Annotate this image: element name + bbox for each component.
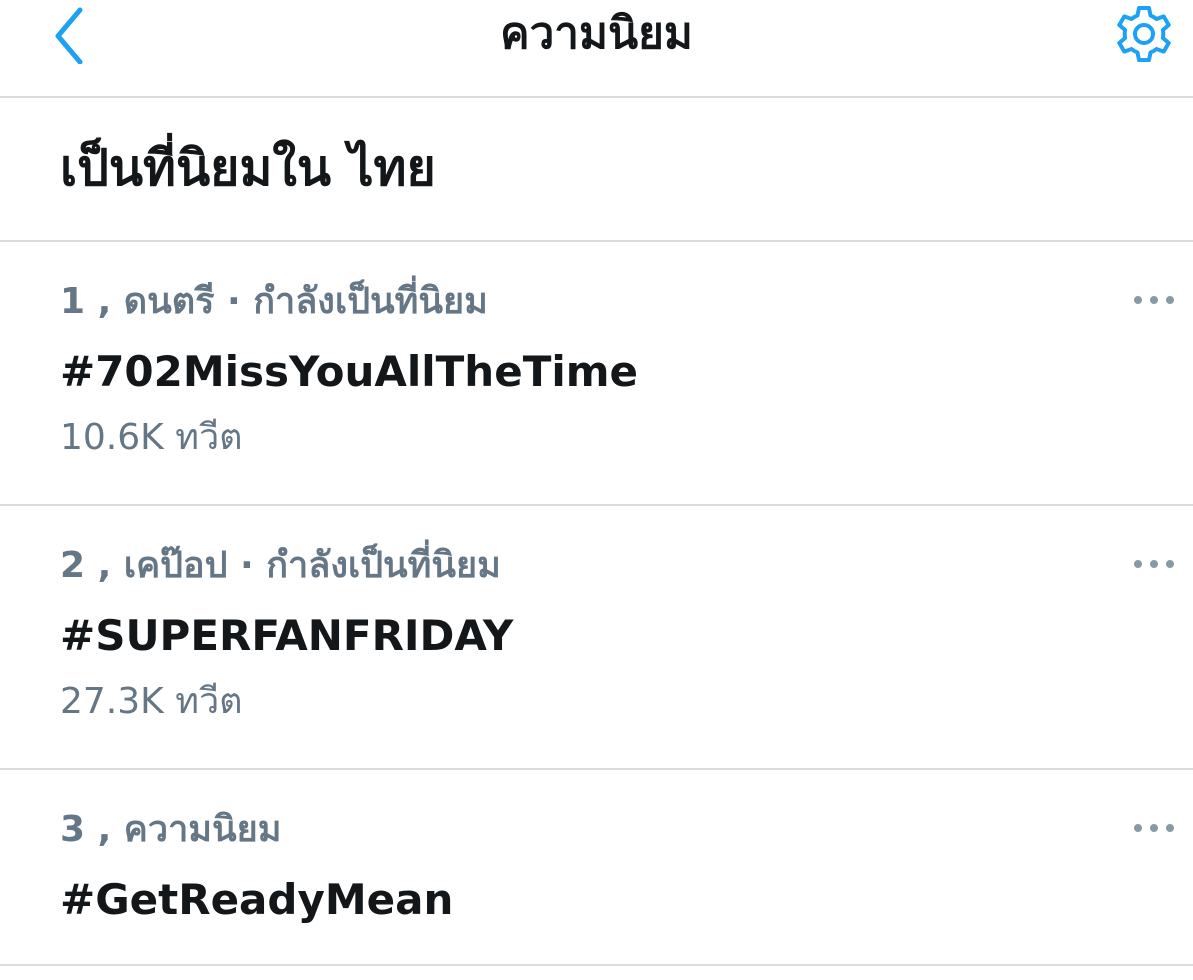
more-horizontal-icon — [1134, 560, 1174, 568]
trend-tweet-count: 10.6K ทวีต — [60, 417, 243, 458]
trend-meta: 3 , ความนิยม — [60, 809, 282, 850]
more-options-button[interactable] — [1130, 816, 1178, 840]
page-title: ความนิยม — [500, 8, 693, 59]
section-title: เป็นที่นิยมใน ไทย — [60, 139, 436, 197]
trends-section-header: เป็นที่นิยมใน ไทย — [0, 98, 1193, 242]
settings-button[interactable] — [1110, 2, 1178, 70]
trend-item-3[interactable]: 3 , ความนิยม #GetReadyMean — [0, 770, 1193, 966]
trend-meta: 2 , เคป๊อป · กำลังเป็นที่นิยม — [60, 545, 501, 586]
trend-item-2[interactable]: 2 , เคป๊อป · กำลังเป็นที่นิยม #SUPERFANF… — [0, 506, 1193, 770]
more-options-button[interactable] — [1130, 552, 1178, 576]
top-navigation-bar: ความนิยม — [0, 0, 1193, 98]
trend-hashtag: #GetReadyMean — [60, 875, 454, 924]
trend-tweet-count: 27.3K ทวีต — [60, 681, 243, 722]
gear-icon — [1117, 6, 1171, 62]
trend-item-1[interactable]: 1 , ดนตรี · กำลังเป็นที่นิยม #702MissYou… — [0, 242, 1193, 506]
trend-meta: 1 , ดนตรี · กำลังเป็นที่นิยม — [60, 281, 488, 322]
trend-hashtag: #SUPERFANFRIDAY — [60, 611, 514, 660]
trend-hashtag: #702MissYouAllTheTime — [60, 347, 638, 396]
more-horizontal-icon — [1134, 296, 1174, 304]
more-horizontal-icon — [1134, 824, 1174, 832]
more-options-button[interactable] — [1130, 288, 1178, 312]
